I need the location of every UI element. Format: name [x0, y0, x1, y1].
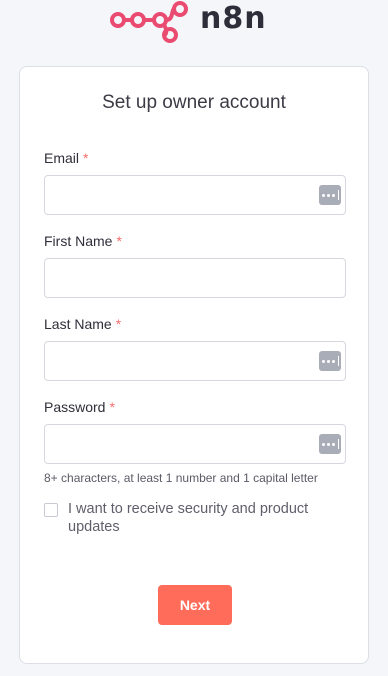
last-name-field[interactable] [45, 342, 345, 380]
brand-name: n8n [200, 1, 267, 36]
password-manager-icon[interactable] [319, 434, 341, 454]
email-label-text: Email [44, 150, 80, 166]
password-field[interactable] [45, 425, 345, 463]
n8n-logo: n8n [108, 0, 267, 44]
email-label: Email * [44, 150, 88, 166]
last-name-label-text: Last Name [44, 316, 112, 332]
password-label: Password * [44, 399, 115, 415]
password-label-text: Password [44, 399, 106, 415]
last-name-label: Last Name * [44, 316, 121, 332]
email-field[interactable] [45, 176, 345, 214]
page-title: Set up owner account [102, 92, 286, 113]
first-name-label-text: First Name [44, 233, 113, 249]
n8n-logo-icon [110, 1, 188, 43]
password-manager-icon[interactable] [319, 185, 341, 205]
updates-checkbox[interactable] [44, 503, 58, 517]
first-name-field-container [44, 258, 346, 298]
password-manager-icon[interactable] [319, 351, 341, 371]
setup-card: Set up owner account Email * First Name * … [19, 66, 369, 664]
last-name-field-container [44, 341, 346, 381]
password-field-container [44, 424, 346, 464]
required-marker: * [109, 399, 115, 415]
password-hint: 8+ characters, at least 1 number and 1 c… [44, 471, 318, 485]
next-button[interactable]: Next [158, 585, 232, 625]
first-name-label: First Name * [44, 233, 122, 249]
required-marker: * [116, 233, 122, 249]
email-field-container [44, 175, 346, 215]
first-name-field[interactable] [45, 259, 345, 297]
required-marker: * [115, 316, 122, 332]
updates-checkbox-label[interactable]: I want to receive security and product u… [68, 500, 338, 536]
required-marker: * [83, 150, 89, 166]
